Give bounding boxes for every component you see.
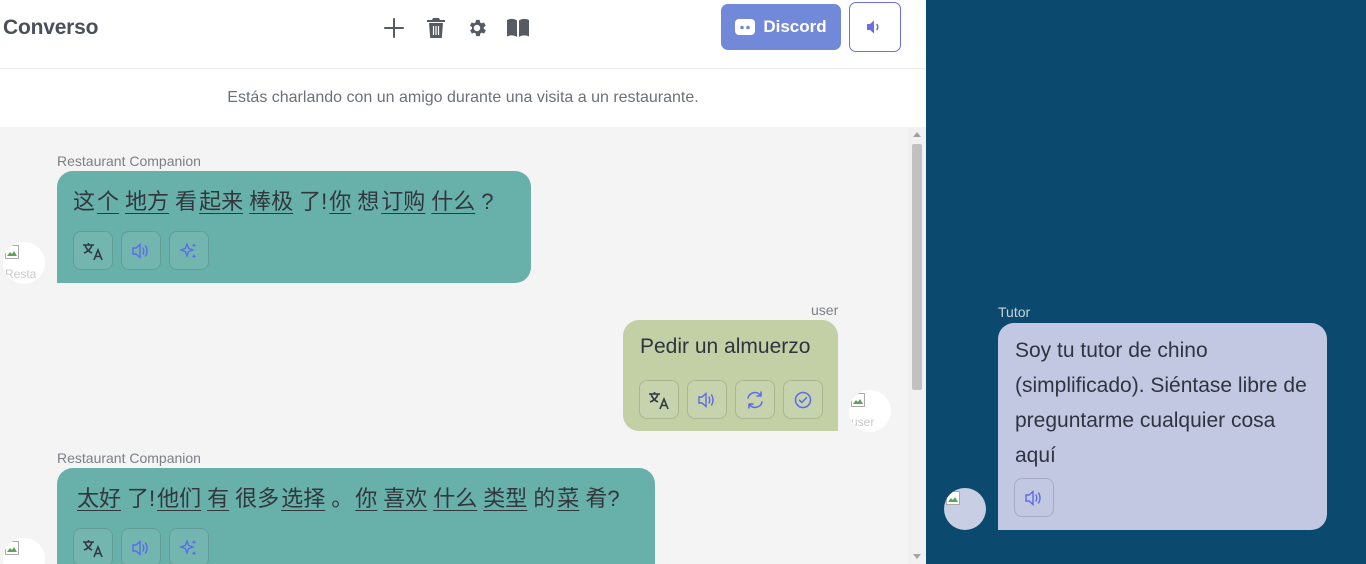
plain-text: 的	[533, 486, 556, 511]
tutor-pane: Tutor Soy tu tutor de chino (simplificad…	[926, 0, 1366, 564]
check-button[interactable]	[783, 380, 823, 419]
plain-text: 想	[357, 189, 380, 214]
vocab-word[interactable]: 地方	[125, 189, 169, 214]
plain-text: ?	[481, 189, 494, 214]
chat-area[interactable]: Restaurant Companion Resta 这个 地方 看起来 棒极 了!你想…	[0, 127, 908, 564]
message-actions	[73, 231, 209, 270]
refresh-icon	[747, 390, 763, 409]
tutor-message-bubble: Soy tu tutor de chino (simplificado). Si…	[998, 323, 1327, 530]
plain-text: 了!	[127, 486, 156, 511]
speaker-icon	[132, 242, 148, 259]
user-message-text: Pedir un almuerzo	[640, 335, 811, 358]
chat-main-pane: Converso Discord Estás charlando con un …	[0, 0, 926, 564]
chinese-sentence[interactable]: 这个 地方 看起来 棒极 了!你 想订购 什么?	[73, 184, 496, 216]
plain-text: 看	[175, 189, 198, 214]
translate-button[interactable]	[639, 380, 679, 419]
vocab-word[interactable]: 选择	[281, 486, 325, 511]
speaker-icon	[1025, 489, 1041, 506]
message-actions	[639, 380, 823, 419]
vocab-word[interactable]: 他们	[157, 486, 201, 511]
check-circle-icon	[794, 391, 812, 408]
vocab-word[interactable]: 起来	[199, 189, 243, 214]
speak-button[interactable]	[1014, 478, 1054, 517]
chat-scrollbar[interactable]	[908, 127, 926, 564]
vocab-word[interactable]: 类型	[483, 486, 527, 511]
vocab-word[interactable]: 什么	[431, 189, 475, 214]
vocab-word[interactable]: 订购	[381, 189, 425, 214]
speak-button[interactable]	[687, 380, 727, 419]
discord-icon	[735, 19, 756, 35]
plain-text: 很多	[235, 486, 280, 511]
vocab-word[interactable]: 什么	[433, 486, 477, 511]
avatar: user	[849, 390, 891, 432]
chinese-sentence[interactable]: 太好 了!他们有很多选择 。你 喜欢 什么 类型 的菜 肴?	[77, 481, 622, 513]
user-message-bubble: Pedir un almuerzo	[623, 320, 838, 431]
tutor-avatar	[944, 488, 986, 530]
plain-text: 这	[73, 189, 96, 214]
vocab-word[interactable]: 你	[329, 189, 351, 214]
vocab-word[interactable]: 菜	[557, 486, 579, 511]
sound-toggle-button[interactable]	[849, 2, 901, 52]
tutor-message-text: Soy tu tutor de chino (simplificado). Si…	[1015, 339, 1307, 467]
translate-icon	[83, 242, 103, 260]
plain-text: 了!	[299, 189, 328, 214]
discord-button[interactable]: Discord	[721, 4, 841, 50]
message-sender: user	[811, 302, 839, 318]
translate-button[interactable]	[73, 528, 113, 564]
scenario-banner: Estás charlando con un amigo durante una…	[0, 69, 926, 127]
top-header: Converso Discord	[0, 0, 926, 69]
message-sender: Restaurant Companion	[57, 153, 201, 169]
tutor-sender: Tutor	[998, 304, 1031, 320]
regenerate-button[interactable]	[735, 380, 775, 419]
translate-icon	[83, 539, 103, 557]
companion-message-bubble: 太好 了!他们有很多选择 。你 喜欢 什么 类型 的菜 肴?	[57, 468, 655, 564]
sparkle-icon	[179, 538, 197, 556]
vocab-word[interactable]: 你	[355, 486, 377, 511]
app-title: Converso	[3, 16, 99, 39]
scroll-up-arrow[interactable]	[913, 132, 921, 137]
speaker-icon	[867, 20, 879, 34]
vocab-word[interactable]: 棒极	[249, 189, 293, 214]
explain-button[interactable]	[169, 528, 209, 564]
avatar-alt-text: user	[851, 415, 875, 429]
plain-text: 。	[331, 486, 354, 511]
avatar-alt-text: Resta	[5, 267, 37, 281]
avatar	[3, 538, 45, 564]
avatar: Resta	[3, 242, 45, 284]
speaker-icon	[132, 539, 148, 556]
vocab-word[interactable]: 有	[207, 486, 229, 511]
speak-button[interactable]	[121, 231, 161, 270]
message-sender: Restaurant Companion	[57, 450, 201, 466]
vocab-word[interactable]: 个	[97, 189, 119, 214]
explain-button[interactable]	[169, 231, 209, 270]
scroll-down-arrow[interactable]	[913, 554, 921, 559]
translate-button[interactable]	[73, 231, 113, 270]
scroll-thumb[interactable]	[912, 144, 922, 390]
speaker-icon	[698, 391, 714, 408]
companion-message-bubble: 这个 地方 看起来 棒极 了!你 想订购 什么?	[57, 171, 531, 283]
sparkle-icon	[179, 241, 197, 259]
message-actions	[73, 528, 209, 564]
book-icon[interactable]	[504, 14, 532, 42]
vocab-word[interactable]: 喜欢	[383, 486, 427, 511]
translate-icon	[649, 391, 669, 409]
trash-icon[interactable]	[422, 14, 450, 42]
speak-button[interactable]	[121, 528, 161, 564]
plus-icon[interactable]	[380, 14, 408, 42]
vocab-word[interactable]: 太好	[77, 486, 121, 511]
discord-label: Discord	[763, 17, 827, 36]
plain-text: 肴?	[585, 486, 620, 511]
gear-icon[interactable]	[463, 14, 491, 42]
